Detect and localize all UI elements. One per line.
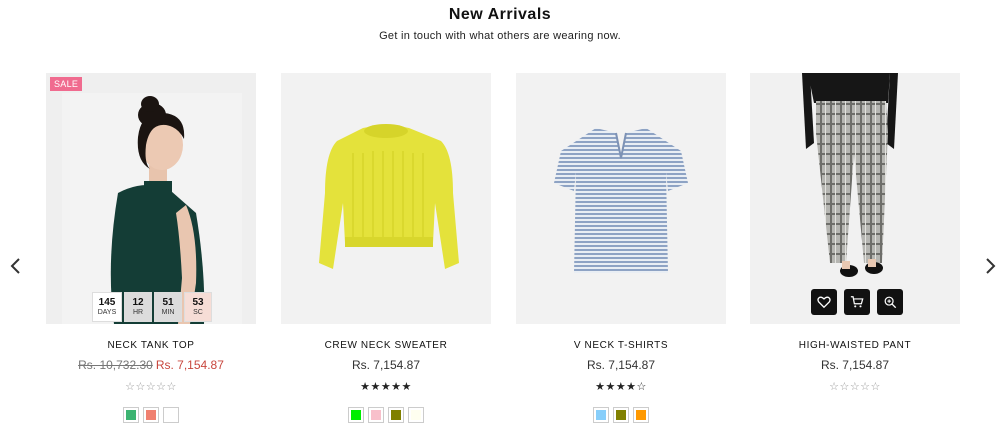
countdown-seconds-label: SC bbox=[193, 309, 203, 316]
chevron-left-icon bbox=[10, 258, 20, 274]
product-card[interactable]: SALE 145 DAYS 12 HR 51 MIN 53 SC NECK TA… bbox=[46, 73, 256, 443]
product-name[interactable]: HIGH-WAISTED PANT bbox=[750, 340, 960, 351]
product-rating: ★★★★☆ bbox=[595, 381, 647, 393]
product-price: Rs. 7,154.87 bbox=[155, 358, 224, 372]
add-to-cart-button[interactable] bbox=[844, 289, 870, 315]
countdown-days-value: 145 bbox=[98, 297, 116, 308]
countdown-seconds-value: 53 bbox=[192, 297, 204, 308]
color-swatch[interactable] bbox=[143, 407, 159, 423]
color-swatch[interactable] bbox=[163, 407, 179, 423]
product-price: Rs. 7,154.87 bbox=[351, 358, 421, 372]
product-name[interactable]: CREW NECK SWEATER bbox=[281, 340, 491, 351]
product-card[interactable]: HIGH-WAISTED PANT Rs. 7,154.87 ☆☆☆☆☆ bbox=[750, 73, 960, 443]
product-name[interactable]: V NECK T-SHIRTS bbox=[516, 340, 726, 351]
color-swatch[interactable] bbox=[613, 407, 629, 423]
color-swatches bbox=[281, 407, 491, 423]
color-swatch[interactable] bbox=[368, 407, 384, 423]
heart-icon bbox=[817, 296, 831, 309]
color-swatch[interactable] bbox=[348, 407, 364, 423]
zoom-in-icon bbox=[884, 296, 897, 309]
carousel-next-button[interactable] bbox=[980, 256, 1000, 276]
sale-badge: SALE bbox=[50, 77, 83, 91]
product-rating: ☆☆☆☆☆ bbox=[829, 381, 881, 393]
countdown-minutes: 51 MIN bbox=[154, 292, 182, 322]
product-image[interactable] bbox=[281, 73, 491, 324]
product-old-price: Rs. 10,732.30 bbox=[78, 358, 153, 372]
countdown-days: 145 DAYS bbox=[92, 292, 122, 322]
product-card[interactable]: V NECK T-SHIRTS Rs. 7,154.87 ★★★★☆ bbox=[516, 73, 726, 443]
add-to-wishlist-button[interactable] bbox=[811, 289, 837, 315]
countdown-seconds: 53 SC bbox=[184, 292, 212, 322]
color-swatch[interactable] bbox=[388, 407, 404, 423]
product-image[interactable]: SALE 145 DAYS 12 HR 51 MIN 53 SC bbox=[46, 73, 256, 324]
color-swatches bbox=[516, 407, 726, 423]
countdown-hours-label: HR bbox=[132, 309, 144, 316]
product-price: Rs. 7,154.87 bbox=[586, 358, 656, 372]
color-swatches bbox=[46, 407, 256, 423]
countdown-minutes-value: 51 bbox=[162, 297, 174, 308]
carousel-prev-button[interactable] bbox=[6, 256, 26, 276]
countdown-minutes-label: MIN bbox=[161, 309, 175, 316]
product-image[interactable] bbox=[750, 73, 960, 324]
section-subtitle: Get in touch with what others are wearin… bbox=[379, 30, 621, 42]
color-swatch[interactable] bbox=[408, 407, 424, 423]
plaid-pant-image bbox=[750, 73, 960, 324]
product-price: Rs. 7,154.87 bbox=[820, 358, 890, 372]
chevron-right-icon bbox=[986, 258, 996, 274]
product-price-row: Rs. 10,732.30 Rs. 7,154.87 bbox=[46, 358, 256, 372]
product-rating: ☆☆☆☆☆ bbox=[125, 381, 177, 393]
product-card[interactable]: CREW NECK SWEATER Rs. 7,154.87 ★★★★★ bbox=[281, 73, 491, 443]
color-swatch[interactable] bbox=[593, 407, 609, 423]
section-title: New Arrivals bbox=[448, 6, 552, 23]
product-actions bbox=[811, 289, 903, 315]
woman-tank-top-image bbox=[46, 73, 256, 324]
product-name[interactable]: NECK TANK TOP bbox=[46, 340, 256, 351]
countdown-days-label: DAYS bbox=[97, 309, 117, 316]
quick-view-button[interactable] bbox=[877, 289, 903, 315]
countdown-timer: 145 DAYS 12 HR 51 MIN 53 SC bbox=[92, 292, 212, 322]
yellow-sweater-image bbox=[281, 73, 491, 324]
cart-icon bbox=[850, 296, 864, 308]
countdown-hours: 12 HR bbox=[124, 292, 152, 322]
color-swatch[interactable] bbox=[123, 407, 139, 423]
color-swatch[interactable] bbox=[633, 407, 649, 423]
product-rating: ★★★★★ bbox=[360, 381, 412, 393]
product-image[interactable] bbox=[516, 73, 726, 324]
striped-tshirt-image bbox=[516, 73, 726, 324]
countdown-hours-value: 12 bbox=[132, 297, 144, 308]
